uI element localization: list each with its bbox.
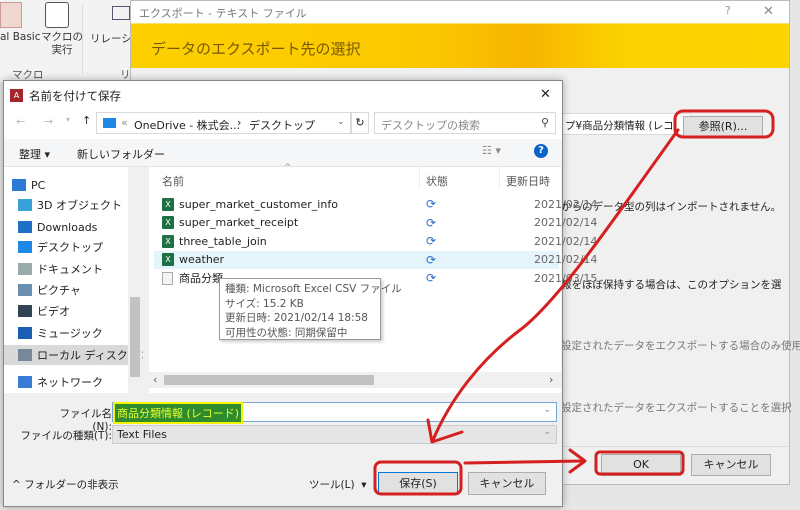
arrow-browse-to-filename bbox=[431, 128, 680, 442]
arrow-save-to-ok bbox=[463, 459, 584, 465]
highlight-save bbox=[373, 460, 463, 496]
highlight-ok bbox=[594, 450, 685, 476]
highlight-browse bbox=[673, 109, 775, 139]
annotation-overlay bbox=[373, 109, 775, 496]
